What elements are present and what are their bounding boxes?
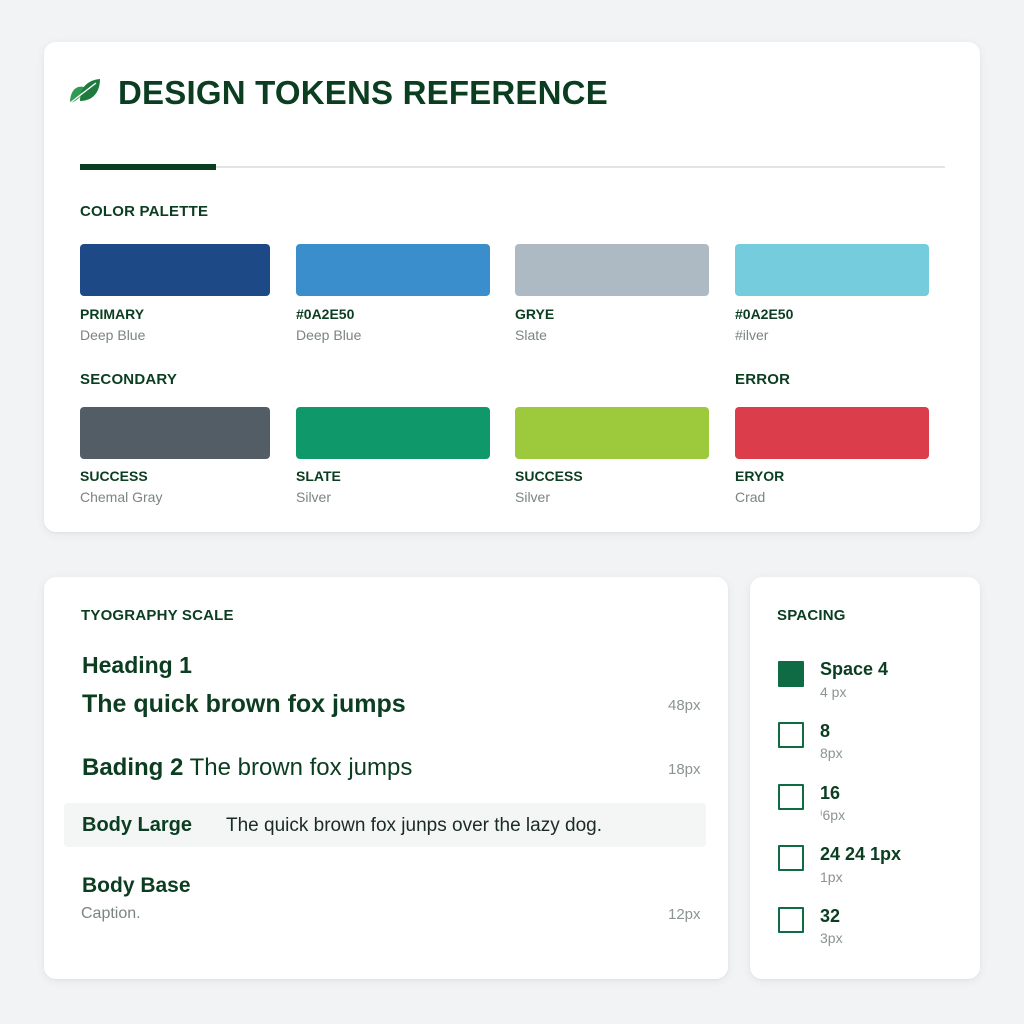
title-row: DESIGN TOKENS REFERENCE bbox=[66, 74, 608, 112]
heading-2-size: 18px bbox=[668, 761, 701, 778]
swatch-name: SUCCESS bbox=[80, 468, 148, 484]
spacing-name: 32 bbox=[820, 906, 841, 926]
swatch-name: #0A2E50 bbox=[735, 306, 794, 322]
secondary-heading: SECONDARY bbox=[80, 371, 178, 388]
spacing-name: Space 4 bbox=[820, 659, 889, 679]
heading-1-size: 48px bbox=[668, 697, 701, 714]
swatch-name: PRIMARY bbox=[80, 306, 145, 322]
body-large-label: Body Large bbox=[82, 814, 193, 836]
heading-2-sample: The brown fox jumps bbox=[189, 754, 413, 781]
swatch-5[interactable] bbox=[80, 407, 270, 459]
swatch-desc: Slate bbox=[515, 327, 547, 343]
spacing-name: 8 bbox=[820, 721, 831, 741]
swatch-8[interactable] bbox=[735, 407, 929, 459]
spacing-value: 3px bbox=[820, 930, 843, 946]
spacing-card: SPACING Space 4 4 px 8 8px 16 ⁱ6px 24 24… bbox=[750, 577, 980, 979]
heading-2-row: Bading 2 The brown fox jumps bbox=[82, 754, 412, 782]
swatch-desc: Chemal Gray bbox=[80, 489, 163, 505]
body-large-sample: The quick brown fox junps over the lazy … bbox=[226, 815, 602, 836]
swatch-desc: Silver bbox=[515, 489, 551, 505]
caption-sample: Caption. bbox=[81, 905, 141, 922]
spacing-checkbox[interactable] bbox=[778, 907, 804, 933]
spacing-checkbox[interactable] bbox=[778, 661, 804, 687]
swatch-primary[interactable] bbox=[80, 244, 270, 296]
design-tokens-card: DESIGN TOKENS REFERENCE COLOR PALETTE PR… bbox=[44, 42, 980, 532]
swatch-4[interactable] bbox=[735, 244, 929, 296]
color-palette-heading: COLOR PALETTE bbox=[80, 203, 209, 220]
error-heading: ERROR bbox=[735, 371, 791, 388]
swatch-desc: Crad bbox=[735, 489, 766, 505]
leaf-icon bbox=[69, 79, 100, 104]
page-title: DESIGN TOKENS REFERENCE bbox=[118, 74, 608, 111]
swatch-6[interactable] bbox=[296, 407, 490, 459]
spacing-heading: SPACING bbox=[777, 607, 846, 624]
typography-card: TYOGRAPHY SCALE Heading 1 The quick brow… bbox=[44, 577, 728, 979]
swatch-desc: #ilver bbox=[735, 327, 769, 343]
swatch-7[interactable] bbox=[515, 407, 709, 459]
heading-2-label: Bading 2 bbox=[82, 754, 184, 781]
spacing-value: 8px bbox=[820, 745, 843, 761]
spacing-checkbox[interactable] bbox=[778, 845, 804, 871]
spacing-value: 1px bbox=[820, 869, 843, 885]
spacing-value: ⁱ6px bbox=[820, 807, 846, 823]
body-base-label: Body Base bbox=[82, 874, 191, 897]
typography-heading: TYOGRAPHY SCALE bbox=[81, 607, 234, 624]
swatch-name: SUCCESS bbox=[515, 468, 583, 484]
heading-1-sample: The quick brown fox jumps bbox=[82, 690, 406, 718]
spacing-checkbox[interactable] bbox=[778, 784, 804, 810]
swatch-3[interactable] bbox=[515, 244, 709, 296]
title-divider-accent bbox=[80, 164, 216, 170]
swatch-desc: Silver bbox=[296, 489, 332, 505]
spacing-checkbox[interactable] bbox=[778, 722, 804, 748]
swatch-name: #0A2E50 bbox=[296, 306, 355, 322]
heading-1-label: Heading 1 bbox=[82, 652, 192, 678]
swatch-name: ERYOR bbox=[735, 468, 785, 484]
swatch-name: SLATE bbox=[296, 468, 341, 484]
spacing-name: 16 bbox=[820, 783, 841, 803]
swatch-name: GRYE bbox=[515, 306, 555, 322]
swatch-2[interactable] bbox=[296, 244, 490, 296]
spacing-name: 24 24 1px bbox=[820, 844, 902, 864]
spacing-value: 4 px bbox=[820, 684, 847, 700]
swatch-desc: Deep Blue bbox=[80, 327, 146, 343]
swatch-desc: Deep Blue bbox=[296, 327, 362, 343]
caption-size: 12px bbox=[668, 906, 701, 923]
